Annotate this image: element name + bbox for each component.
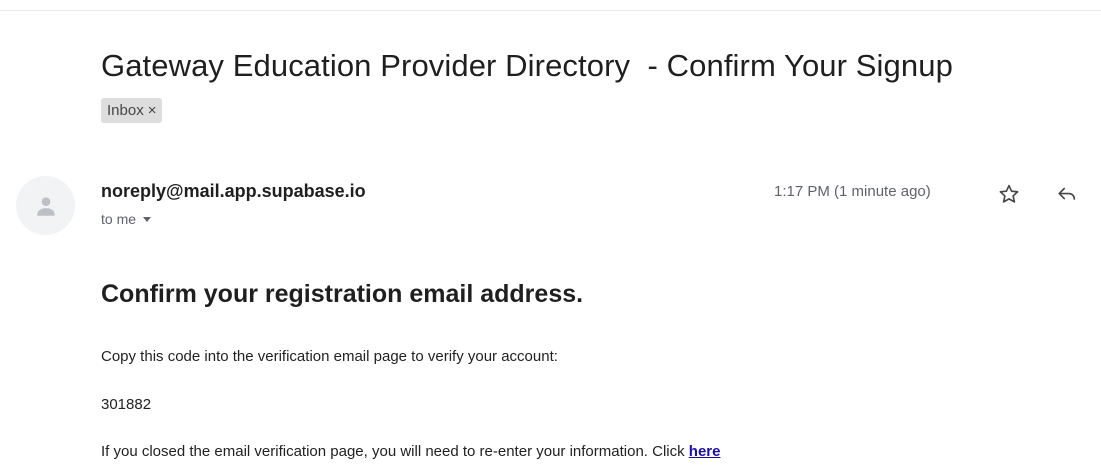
email-body-heading: Confirm your registration email address. (101, 280, 584, 308)
instruction-text: Copy this code into the verification ema… (101, 348, 558, 365)
email-timestamp: 1:17 PM (1 minute ago) (774, 183, 931, 200)
sender-address[interactable]: noreply@mail.app.supabase.io (101, 181, 366, 202)
close-icon[interactable]: × (148, 103, 157, 118)
label-text: Inbox (107, 102, 144, 119)
recipient-text: to me (101, 211, 137, 227)
verification-code: 301882 (101, 396, 152, 413)
person-icon (36, 196, 55, 216)
top-divider (0, 10, 1101, 11)
reply-icon (1058, 187, 1076, 200)
sender-avatar[interactable] (16, 176, 75, 235)
email-view: Gateway Education Provider Directory - C… (0, 0, 1101, 466)
recipient-details-toggle[interactable]: to me (101, 211, 152, 227)
here-link[interactable]: here (689, 443, 721, 460)
star-icon (999, 184, 1019, 203)
email-subject: Gateway Education Provider Directory - C… (101, 48, 953, 83)
star-button[interactable] (995, 180, 1023, 208)
closed-page-paragraph: If you closed the email verification pag… (101, 443, 720, 460)
inbox-label-chip[interactable]: Inbox × (101, 98, 163, 123)
chevron-down-icon (143, 216, 152, 222)
closed-page-text: If you closed the email verification pag… (101, 443, 689, 460)
reply-button[interactable] (1053, 180, 1081, 208)
